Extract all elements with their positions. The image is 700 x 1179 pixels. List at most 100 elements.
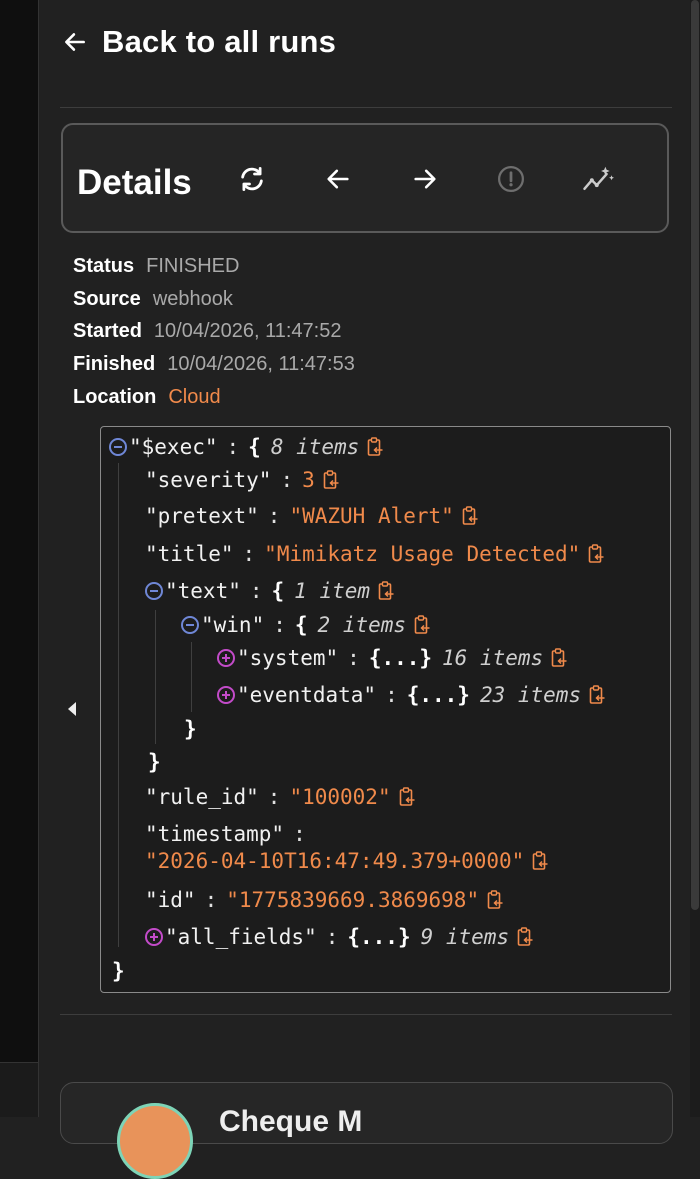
json-key: "rule_id" xyxy=(145,785,259,809)
json-colon: : xyxy=(347,646,360,670)
collapse-toggle-icon[interactable] xyxy=(109,438,127,456)
json-colon: : xyxy=(325,925,339,949)
meta-key: Finished xyxy=(73,353,156,375)
json-brace: { xyxy=(294,613,308,637)
left-panel-footer xyxy=(0,1062,38,1117)
json-colon: : xyxy=(242,542,256,566)
item-count: 16 items xyxy=(442,646,544,670)
refresh-icon xyxy=(241,167,263,191)
arrow-left-icon xyxy=(327,169,349,189)
expand-toggle-icon[interactable] xyxy=(145,928,163,946)
back-to-runs-link[interactable]: Back to all runs xyxy=(62,22,336,62)
previous-run-button[interactable] xyxy=(321,162,355,196)
meta-key: Location xyxy=(73,386,157,408)
tree-guide xyxy=(118,463,119,947)
item-count: 1 item xyxy=(294,579,371,603)
json-value: "100002" xyxy=(289,785,391,809)
json-key: "win" xyxy=(201,613,265,637)
json-colon: : xyxy=(273,613,286,637)
json-collapsed[interactable]: {...} xyxy=(407,683,470,707)
tree-guide xyxy=(191,642,192,712)
collapse-toggle-icon[interactable] xyxy=(145,582,163,600)
json-value: "Mimikatz Usage Detected" xyxy=(264,542,581,566)
copy-icon[interactable] xyxy=(589,685,606,705)
json-colon: : xyxy=(267,785,281,809)
expand-toggle-icon[interactable] xyxy=(217,649,235,667)
json-key: "system" xyxy=(237,646,339,670)
copy-icon[interactable] xyxy=(532,851,549,871)
copy-icon[interactable] xyxy=(378,581,395,601)
json-key: "timestamp" xyxy=(145,822,285,846)
meta-started: Started 10/04/2026, 11:47:52 xyxy=(73,320,341,343)
meta-status: Status FINISHED xyxy=(73,255,239,278)
json-key: "text" xyxy=(165,579,241,603)
collapse-toggle-icon[interactable] xyxy=(181,616,199,634)
meta-value: Cloud xyxy=(168,386,221,408)
copy-icon[interactable] xyxy=(517,927,534,947)
copy-icon[interactable] xyxy=(323,470,340,490)
json-key: "eventdata" xyxy=(237,683,377,707)
scrollbar-thumb[interactable] xyxy=(691,0,699,910)
details-toolbar: Details xyxy=(61,123,669,233)
step-card-title: Cheque M xyxy=(219,1105,363,1138)
meta-location: Location Cloud xyxy=(73,386,221,409)
meta-key: Status xyxy=(73,255,135,277)
json-colon: : xyxy=(385,683,398,707)
divider xyxy=(60,1014,672,1015)
json-brace: } xyxy=(148,750,161,774)
alert-circle-icon xyxy=(498,166,524,192)
avatar xyxy=(117,1103,193,1179)
json-key: "title" xyxy=(145,542,234,566)
collapse-panel-arrow-icon[interactable] xyxy=(68,702,76,716)
json-key: "all_fields" xyxy=(165,925,317,949)
tree-guide xyxy=(155,610,156,744)
copy-icon[interactable] xyxy=(414,615,431,635)
json-collapsed[interactable]: {...} xyxy=(347,925,410,949)
item-count: 9 items xyxy=(420,925,510,949)
json-key: "pretext" xyxy=(145,504,259,528)
json-brace: { xyxy=(248,435,261,459)
copy-icon[interactable] xyxy=(588,544,605,564)
copy-icon[interactable] xyxy=(487,890,504,910)
json-colon: : xyxy=(226,435,240,459)
json-colon: : xyxy=(249,579,263,603)
json-value: 3 xyxy=(302,468,315,492)
item-count: 8 items xyxy=(270,435,360,459)
refresh-button[interactable] xyxy=(235,162,269,196)
copy-icon[interactable] xyxy=(367,437,384,457)
meta-key: Source xyxy=(73,288,141,310)
json-brace: } xyxy=(184,717,197,741)
meta-value: FINISHED xyxy=(146,255,240,277)
insights-button[interactable] xyxy=(581,162,615,196)
step-card[interactable]: Cheque M xyxy=(60,1082,673,1179)
json-colon: : xyxy=(204,888,218,912)
meta-value: webhook xyxy=(152,288,233,310)
json-brace: } xyxy=(112,959,125,983)
divider xyxy=(60,107,672,108)
json-colon: : xyxy=(280,468,294,492)
json-collapsed[interactable]: {...} xyxy=(369,646,432,670)
json-key: "$exec" xyxy=(129,435,218,459)
json-value: "2026-04-10T16:47:49.379+0000" xyxy=(145,849,525,873)
details-title: Details xyxy=(77,163,192,202)
expand-toggle-icon[interactable] xyxy=(217,686,235,704)
json-brace: { xyxy=(271,579,285,603)
json-colon: : xyxy=(293,822,306,846)
arrow-left-icon xyxy=(65,33,85,51)
json-key: "id" xyxy=(145,888,196,912)
alert-button[interactable] xyxy=(494,162,528,196)
item-count: 2 items xyxy=(317,613,407,637)
item-count: 23 items xyxy=(479,683,582,707)
json-value: "WAZUH Alert" xyxy=(289,504,454,528)
meta-value: 10/04/2026, 11:47:52 xyxy=(153,320,342,342)
copy-icon[interactable] xyxy=(551,648,568,668)
scrollbar[interactable] xyxy=(690,0,700,1117)
copy-icon[interactable] xyxy=(399,787,416,807)
json-viewer: "$exec":{8 items "severity":3 "pretext":… xyxy=(100,426,671,993)
back-label: Back to all runs xyxy=(102,24,337,59)
left-panel-strip xyxy=(0,0,39,1117)
meta-value: 10/04/2026, 11:47:53 xyxy=(167,353,355,375)
next-run-button[interactable] xyxy=(408,162,442,196)
copy-icon[interactable] xyxy=(462,506,479,526)
meta-source: Source webhook xyxy=(73,288,233,311)
